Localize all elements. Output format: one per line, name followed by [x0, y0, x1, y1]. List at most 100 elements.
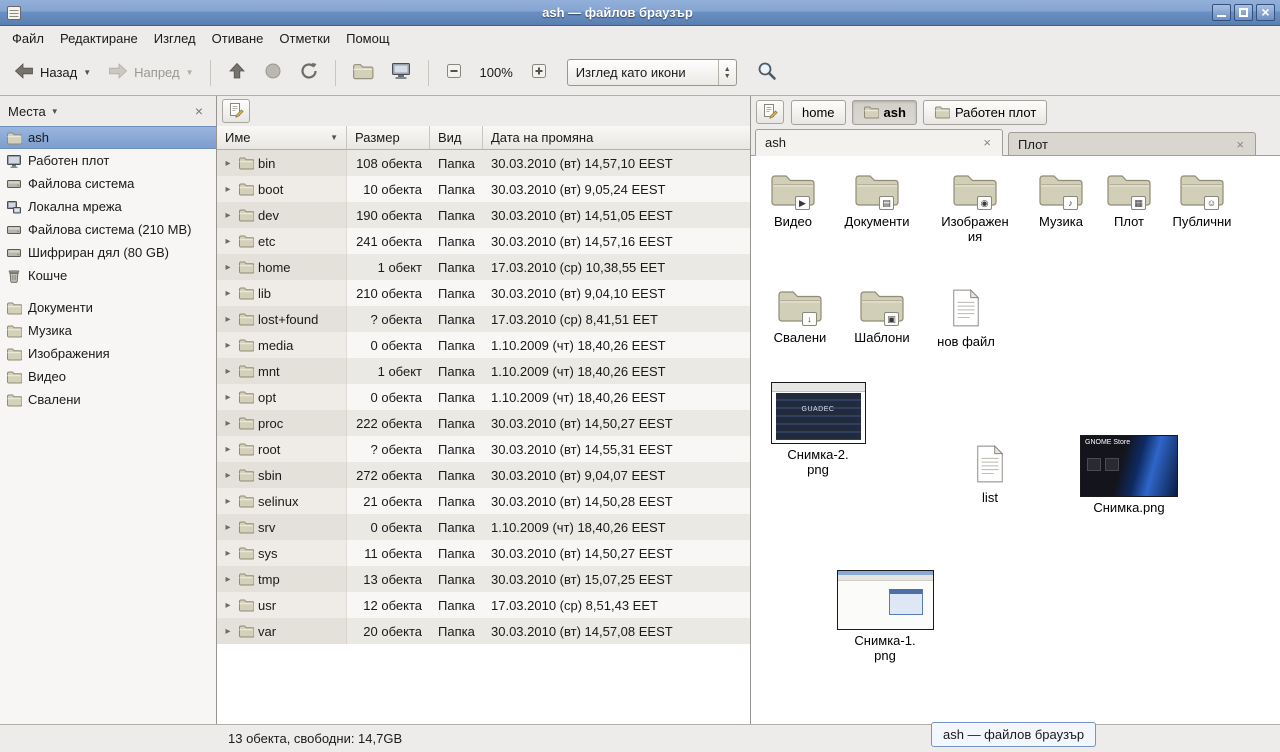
tree-row[interactable]: ▸usr12 обектаПапка17.03.2010 (ср) 8,51,4… [217, 592, 750, 618]
tree-row[interactable]: ▸root? обектаПапка30.03.2010 (вт) 14,55,… [217, 436, 750, 462]
tree-row[interactable]: ▸mnt1 обектПапка1.10.2009 (чт) 18,40,26 … [217, 358, 750, 384]
maximize-button[interactable] [1234, 4, 1253, 21]
forward-button[interactable]: Напред ▼ [100, 56, 200, 89]
breadcrumb-home[interactable]: home [791, 100, 846, 125]
zoom-in-button[interactable] [523, 57, 555, 88]
expander-icon[interactable]: ▸ [222, 418, 234, 429]
menu-edit[interactable]: Редактиране [52, 28, 146, 49]
tree-row[interactable]: ▸home1 обектПапка17.03.2010 (ср) 10,38,5… [217, 254, 750, 280]
window-icon [5, 4, 23, 22]
expander-icon[interactable]: ▸ [222, 236, 234, 247]
menu-help[interactable]: Помощ [338, 28, 397, 49]
expander-icon[interactable]: ▸ [222, 288, 234, 299]
icon-item-documents[interactable]: ▤Документи [822, 172, 932, 229]
column-header-size[interactable]: Размер [347, 126, 430, 150]
expander-icon[interactable]: ▸ [222, 340, 234, 351]
sidebar-item-downloads[interactable]: Свалени [0, 388, 216, 411]
tree-row[interactable]: ▸boot10 обектаПапка30.03.2010 (вт) 9,05,… [217, 176, 750, 202]
tree-row[interactable]: ▸etc241 обектаПапка30.03.2010 (вт) 14,57… [217, 228, 750, 254]
chevron-down-icon[interactable]: ▼ [51, 107, 59, 116]
tree-row[interactable]: ▸srv0 обектаПапка1.10.2009 (чт) 18,40,26… [217, 514, 750, 540]
tree-row[interactable]: ▸sys11 обектаПапка30.03.2010 (вт) 14,50,… [217, 540, 750, 566]
expander-icon[interactable]: ▸ [222, 314, 234, 325]
tree-row[interactable]: ▸opt0 обектаПапка1.10.2009 (чт) 18,40,26… [217, 384, 750, 410]
up-button[interactable] [220, 56, 254, 89]
size-cell: 21 обекта [347, 488, 430, 514]
expander-icon[interactable]: ▸ [222, 522, 234, 533]
location-entry-toggle-button[interactable] [222, 99, 250, 123]
sidebar-item-filesystem[interactable]: Файлова система [0, 172, 216, 195]
taskbar-window-button[interactable]: ash — файлов браузър [931, 722, 1096, 747]
sidebar-item-pictures[interactable]: Изображения [0, 342, 216, 365]
sidebar-item-filesystem-210mb[interactable]: Файлова система (210 MB) [0, 218, 216, 241]
tab-close-icon[interactable]: × [1234, 137, 1246, 152]
icon-item-new-file[interactable]: нов файл [911, 288, 1021, 349]
minimize-button[interactable] [1212, 4, 1231, 21]
tab-close-icon[interactable]: × [981, 135, 993, 150]
close-sidebar-icon[interactable]: × [190, 103, 208, 119]
icon-item-snimka-2[interactable]: GUADECСнимка-2.png [763, 382, 873, 477]
sidebar-item-ash[interactable]: ash [0, 126, 216, 149]
expander-icon[interactable]: ▸ [222, 600, 234, 611]
tree-row[interactable]: ▸selinux21 обектаПапка30.03.2010 (вт) 14… [217, 488, 750, 514]
close-button[interactable] [1256, 4, 1275, 21]
tab-desktop[interactable]: Плот× [1008, 132, 1256, 155]
tree-row[interactable]: ▸sbin272 обектаПапка30.03.2010 (вт) 9,04… [217, 462, 750, 488]
tree-row[interactable]: ▸tmp13 обектаПапка30.03.2010 (вт) 15,07,… [217, 566, 750, 592]
file-name: opt [258, 390, 276, 405]
tree-row[interactable]: ▸dev190 обектаПапка30.03.2010 (вт) 14,51… [217, 202, 750, 228]
menu-view[interactable]: Изглед [146, 28, 204, 49]
expander-icon[interactable]: ▸ [222, 574, 234, 585]
sidebar-item-music[interactable]: Музика [0, 319, 216, 342]
zoom-out-button[interactable] [438, 57, 470, 88]
back-button[interactable]: Назад ▼ [6, 56, 98, 89]
expander-icon[interactable]: ▸ [222, 444, 234, 455]
sidebar-item-network[interactable]: Локална мрежа [0, 195, 216, 218]
menu-file[interactable]: Файл [4, 28, 52, 49]
stop-button[interactable] [256, 56, 290, 89]
breadcrumb-desktop[interactable]: Работен плот [923, 100, 1047, 125]
sidebar-item-desktop[interactable]: Работен плот [0, 149, 216, 172]
tree-row[interactable]: ▸proc222 обектаПапка30.03.2010 (вт) 14,5… [217, 410, 750, 436]
tree-row[interactable]: ▸var20 обектаПапка30.03.2010 (вт) 14,57,… [217, 618, 750, 644]
view-mode-select[interactable]: Изглед като икони ▲▼ [567, 59, 737, 86]
icon-item-list[interactable]: list [935, 444, 1045, 505]
icon-canvas[interactable]: ▶Видео▤Документи◉Изображения♪Музика▦Плот… [751, 156, 1280, 724]
type-cell: Папка [430, 228, 483, 254]
home-button[interactable] [345, 56, 381, 89]
tree-row[interactable]: ▸media0 обектаПапка1.10.2009 (чт) 18,40,… [217, 332, 750, 358]
sidebar-item-encrypted-80gb[interactable]: Шифриран дял (80 GB) [0, 241, 216, 264]
column-header-date[interactable]: Дата на промяна [483, 126, 750, 150]
column-header-type[interactable]: Вид [430, 126, 483, 150]
expander-icon[interactable]: ▸ [222, 496, 234, 507]
tab-ash[interactable]: ash× [755, 129, 1003, 156]
icon-item-public[interactable]: ☺Публични [1147, 172, 1257, 229]
expander-icon[interactable]: ▸ [222, 470, 234, 481]
expander-icon[interactable]: ▸ [222, 392, 234, 403]
titlebar[interactable]: ash — файлов браузър [0, 0, 1280, 26]
expander-icon[interactable]: ▸ [222, 262, 234, 273]
breadcrumb-ash[interactable]: ash [852, 100, 917, 125]
expander-icon[interactable]: ▸ [222, 366, 234, 377]
tree-row[interactable]: ▸lost+found? обектаПапка17.03.2010 (ср) … [217, 306, 750, 332]
sidebar-item-label: Музика [28, 323, 72, 338]
expander-icon[interactable]: ▸ [222, 158, 234, 169]
location-entry-toggle-button[interactable] [756, 100, 784, 124]
sidebar-item-videos[interactable]: Видео [0, 365, 216, 388]
tree-row[interactable]: ▸bin108 обектаПапка30.03.2010 (вт) 14,57… [217, 150, 750, 176]
menu-go[interactable]: Отиване [204, 28, 272, 49]
column-header-name[interactable]: Име▼ [217, 126, 347, 150]
sidebar-item-documents[interactable]: Документи [0, 296, 216, 319]
expander-icon[interactable]: ▸ [222, 626, 234, 637]
tree-row[interactable]: ▸lib210 обектаПапка30.03.2010 (вт) 9,04,… [217, 280, 750, 306]
computer-button[interactable] [383, 56, 419, 89]
expander-icon[interactable]: ▸ [222, 184, 234, 195]
search-button[interactable] [749, 55, 785, 90]
reload-button[interactable] [292, 56, 326, 89]
expander-icon[interactable]: ▸ [222, 210, 234, 221]
icon-item-snimka-1[interactable]: Снимка-1.png [830, 570, 940, 663]
menu-bookmarks[interactable]: Отметки [271, 28, 338, 49]
sidebar-item-trash[interactable]: Кошче [0, 264, 216, 287]
expander-icon[interactable]: ▸ [222, 548, 234, 559]
icon-item-snimka[interactable]: GNOME StoreСнимка.png [1074, 435, 1184, 515]
